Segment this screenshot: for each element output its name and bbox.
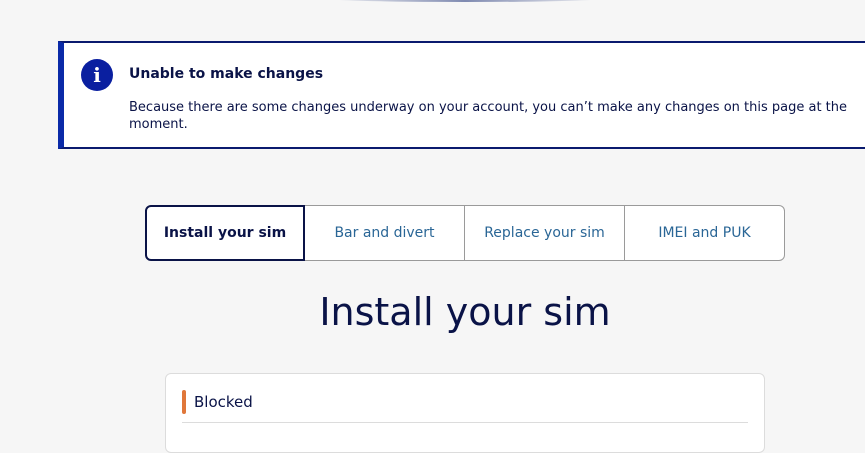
tab-label: Bar and divert	[334, 225, 435, 241]
status-indicator	[182, 390, 186, 414]
sim-status-card: Blocked	[165, 373, 765, 453]
header-decoration	[320, 0, 610, 2]
alert-banner: i Unable to make changes Because there a…	[58, 41, 865, 149]
tab-label: Install your sim	[163, 225, 287, 241]
status-badge: Blocked	[194, 393, 253, 411]
tab-imei-and-puk[interactable]: IMEI and PUK	[625, 205, 785, 261]
tab-replace-your-sim[interactable]: Replace your sim	[465, 205, 625, 261]
info-icon: i	[81, 59, 113, 91]
page-title: Install your sim	[319, 290, 611, 334]
alert-title: Unable to make changes	[129, 66, 324, 82]
info-icon-glyph: i	[93, 63, 101, 87]
tab-install-your-sim[interactable]: Install your sim	[145, 205, 305, 261]
sim-tabs: Install your sim Bar and divert Replace …	[145, 205, 785, 261]
tab-label: IMEI and PUK	[658, 225, 751, 241]
tab-bar-and-divert[interactable]: Bar and divert	[305, 205, 465, 261]
tab-label: Replace your sim	[484, 225, 605, 241]
alert-message: Because there are some changes underway …	[129, 100, 848, 132]
